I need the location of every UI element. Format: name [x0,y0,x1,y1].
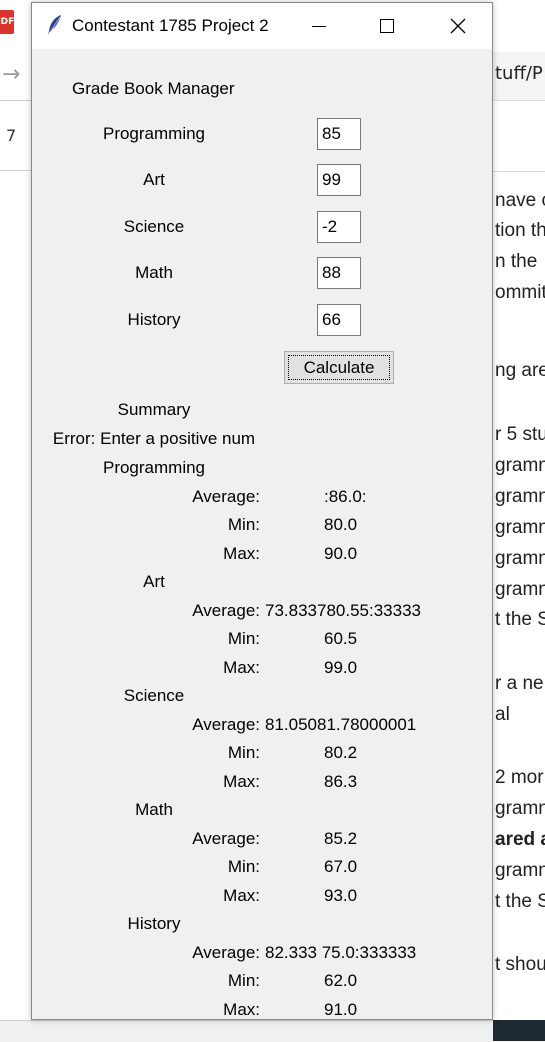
document-toolbar [493,101,545,172]
document-text-line: gramn [495,579,545,600]
summary-min-value: 67.0 [324,857,358,876]
summary-max-label: Max: [223,544,260,563]
summary-subject-name: Science [123,686,185,705]
document-text-line: gramn [495,548,545,569]
summary-average-label: Average: [192,829,260,848]
window-title: Contestant 1785 Project 2 [72,16,269,35]
summary-max-value: 93.0 [324,886,358,905]
summary-min-label: Min: [227,971,260,990]
summary-average-label: Average: [192,715,260,734]
document-text-line: gramn [495,486,545,507]
summary-subject-name: Programming [102,458,206,477]
document-text-line: nave c [495,190,545,211]
close-icon [450,18,466,34]
minimize-button[interactable] [286,3,352,49]
forward-arrow-icon[interactable]: → [2,62,20,87]
summary-average-value: :86.0: [324,487,367,506]
document-text-line: t the S [495,609,545,630]
document-text-line: n the [495,251,538,272]
summary-min-label: Min: [227,857,260,876]
app-heading: Grade Book Manager [72,79,235,98]
calculate-button[interactable]: Calculate [284,351,394,384]
document-text-line: t the S [495,891,545,912]
gradebook-window: Contestant 1785 Project 2 Grade Book Man… [31,2,493,1020]
title-bar[interactable]: Contestant 1785 Project 2 [32,3,492,49]
summary-subject-name: Art [143,572,165,591]
summary-max-label: Max: [223,1000,260,1019]
feather-icon [48,15,61,35]
summary-min-value: 80.0 [324,515,358,534]
page-number: 7 [6,126,17,145]
document-text-line: ared a [495,829,545,850]
document-text-line: gramn [495,860,545,881]
summary-min-value: 80.2 [324,743,358,762]
document-text-line: r a ne [495,673,544,694]
summary-subject-name: Math [135,800,173,819]
summary-min-label: Min: [227,515,260,534]
document-text-line: t shou [495,954,545,975]
science-label: Science [123,217,185,236]
summary-subject-name: History [127,914,181,933]
summary-min-label: Min: [227,743,260,762]
document-text-line: 2 mor [495,767,544,788]
pdf-app-icon: PDF [0,10,14,34]
document-text-line: gramn [495,455,545,476]
document-text-line: r 5 stu [495,424,545,445]
summary-min-label: Min: [227,629,260,648]
summary-average-value: 82.333 75.0:333333 [265,943,417,962]
summary-max-label: Max: [223,886,260,905]
document-text-line: ommit [495,282,545,303]
summary-max-value: 90.0 [324,544,358,563]
summary-min-value: 62.0 [324,971,358,990]
math-label: Math [135,263,173,282]
history-label: History [127,310,181,329]
taskbar-fragment [493,1020,545,1041]
summary-average-value: 73.833780.55:33333 [265,601,421,620]
summary-min-value: 60.5 [324,629,358,648]
summary-max-label: Max: [223,772,260,791]
close-button[interactable] [425,3,491,49]
summary-average-label: Average: [192,601,260,620]
summary-average-value: 85.2 [324,829,358,848]
document-text-line: tion th [495,220,545,241]
summary-average-label: Average: [192,487,260,506]
summary-average-value: 81.05081.78000001 [265,715,417,734]
summary-heading: Summary [117,400,191,419]
science-grade-input[interactable]: -2 [317,211,361,243]
summary-max-value: 99.0 [324,658,358,677]
document-text-line: gramn [495,517,545,538]
art-grade-input[interactable]: 99 [317,164,361,196]
maximize-button[interactable] [354,3,420,49]
toolbar-divider [0,100,32,101]
document-text-line: gramn [495,798,545,819]
status-bar [0,1020,545,1042]
calculate-button-label: Calculate [288,355,390,380]
math-grade-input[interactable]: 88 [317,257,361,289]
programming-label: Programming [102,124,206,143]
summary-max-label: Max: [223,658,260,677]
summary-average-label: Average: [192,943,260,962]
document-text-line: al [495,704,510,725]
art-label: Art [143,170,165,189]
address-bar-url[interactable]: tuff/P [495,63,543,84]
maximize-icon [380,19,394,33]
toolbar-divider [0,170,32,171]
document-text-line: ng are [495,360,545,381]
error-message: Error: Enter a positive num [52,429,256,448]
programming-grade-input[interactable]: 85 [317,118,361,150]
summary-max-value: 86.3 [324,772,358,791]
history-grade-input[interactable]: 66 [317,304,361,336]
minimize-icon [312,25,326,27]
summary-max-value: 91.0 [324,1000,358,1019]
